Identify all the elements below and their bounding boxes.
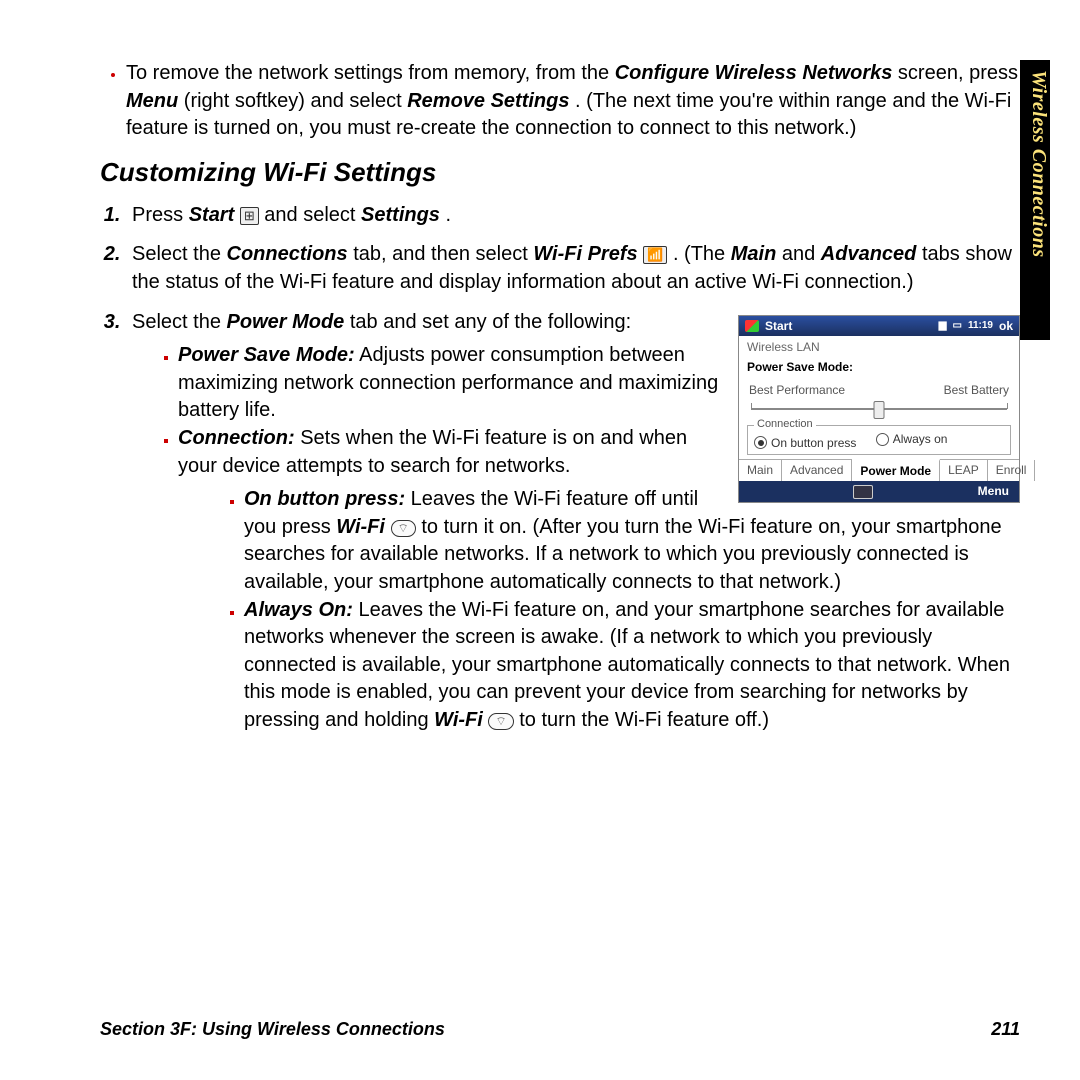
term-power-mode: Power Mode	[227, 311, 345, 333]
screenshot-menu[interactable]: Menu	[978, 484, 1009, 498]
start-icon: ⊞	[240, 207, 259, 225]
term-start: Start	[189, 204, 235, 226]
term-wifi: Wi-Fi	[336, 516, 385, 538]
term-wifi-prefs: Wi-Fi Prefs	[533, 243, 637, 265]
label: Power Save Mode:	[178, 344, 355, 366]
wifi-key-icon: ⌔	[391, 520, 416, 537]
step-2: Select the Connections tab, and then sel…	[126, 241, 1020, 296]
text: (right softkey) and select	[184, 90, 407, 112]
screenshot-time: 11:19	[968, 320, 993, 332]
battery-icon: ▭	[953, 320, 962, 332]
text: to turn the Wi-Fi feature off.)	[519, 709, 769, 731]
text: .	[446, 204, 452, 226]
term-main: Main	[731, 243, 777, 265]
mode-always-on: Always On: Leaves the Wi-Fi feature on, …	[244, 597, 1020, 735]
page-number: 211	[991, 1019, 1020, 1040]
wifi-prefs-icon: 📶	[643, 246, 667, 264]
label: Connection:	[178, 427, 295, 449]
label: Always On:	[244, 599, 353, 621]
windows-flag-icon	[745, 320, 759, 332]
radio-label: On button press	[771, 436, 856, 450]
screenshot-tabs: Main Advanced Power Mode LEAP Enroll	[739, 459, 1019, 481]
term-settings: Settings	[361, 204, 440, 226]
wifi-key-icon: ⌔	[488, 713, 513, 730]
text: screen, press	[898, 62, 1018, 84]
tab-power-mode[interactable]: Power Mode	[852, 459, 940, 481]
step-1: Press Start ⊞ and select Settings .	[126, 202, 1020, 230]
label: On button press:	[244, 488, 405, 510]
screenshot-start[interactable]: Start	[765, 319, 792, 333]
text: tab, and then select	[353, 243, 533, 265]
step-3: Select the Power Mode tab and set any of…	[126, 309, 1020, 735]
text: and select	[264, 204, 361, 226]
slider-right-label: Best Battery	[944, 383, 1009, 397]
keyboard-icon[interactable]	[853, 485, 873, 499]
radio-label: Always on	[893, 432, 948, 446]
text: To remove the network settings from memo…	[126, 62, 615, 84]
connection-group: Connection On button press Always on	[747, 425, 1011, 455]
screenshot-wireless-lan: Start ▆ ▭ 11:19 ok Wireless LAN Power Sa…	[738, 315, 1020, 503]
tab-main[interactable]: Main	[739, 460, 782, 481]
footer-section: Section 3F: Using Wireless Connections	[100, 1019, 445, 1040]
term-connections: Connections	[227, 243, 348, 265]
tab-advanced[interactable]: Advanced	[782, 460, 852, 481]
slider-left-label: Best Performance	[749, 383, 845, 397]
heading-customizing: Customizing Wi-Fi Settings	[100, 157, 1020, 188]
term-configure-wireless: Configure Wireless Networks	[615, 62, 893, 84]
text: and	[782, 243, 821, 265]
tab-enroll[interactable]: Enroll	[988, 460, 1036, 481]
screenshot-ok[interactable]: ok	[999, 319, 1013, 333]
signal-icon: ▆	[939, 320, 947, 332]
screenshot-title: Wireless LAN	[739, 336, 1019, 356]
text: Press	[132, 204, 189, 226]
connection-legend: Connection	[754, 418, 816, 431]
side-tab: Wireless Connections	[1020, 60, 1050, 340]
term-remove-settings: Remove Settings	[407, 90, 569, 112]
radio-on-button-press[interactable]: On button press	[754, 436, 856, 450]
text: tab and set any of the following:	[350, 311, 631, 333]
power-save-slider[interactable]	[751, 403, 1007, 415]
text: Select the	[132, 311, 227, 333]
radio-always-on[interactable]: Always on	[876, 432, 948, 446]
term-menu: Menu	[126, 90, 178, 112]
term-wifi: Wi-Fi	[434, 709, 483, 731]
term-advanced: Advanced	[821, 243, 917, 265]
text: . (The	[673, 243, 731, 265]
screenshot-psm-label: Power Save Mode:	[739, 356, 1019, 376]
screenshot-titlebar: Start ▆ ▭ 11:19 ok	[739, 316, 1019, 336]
tab-leap[interactable]: LEAP	[940, 460, 988, 481]
intro-bullet: To remove the network settings from memo…	[126, 60, 1020, 143]
text: Select the	[132, 243, 227, 265]
